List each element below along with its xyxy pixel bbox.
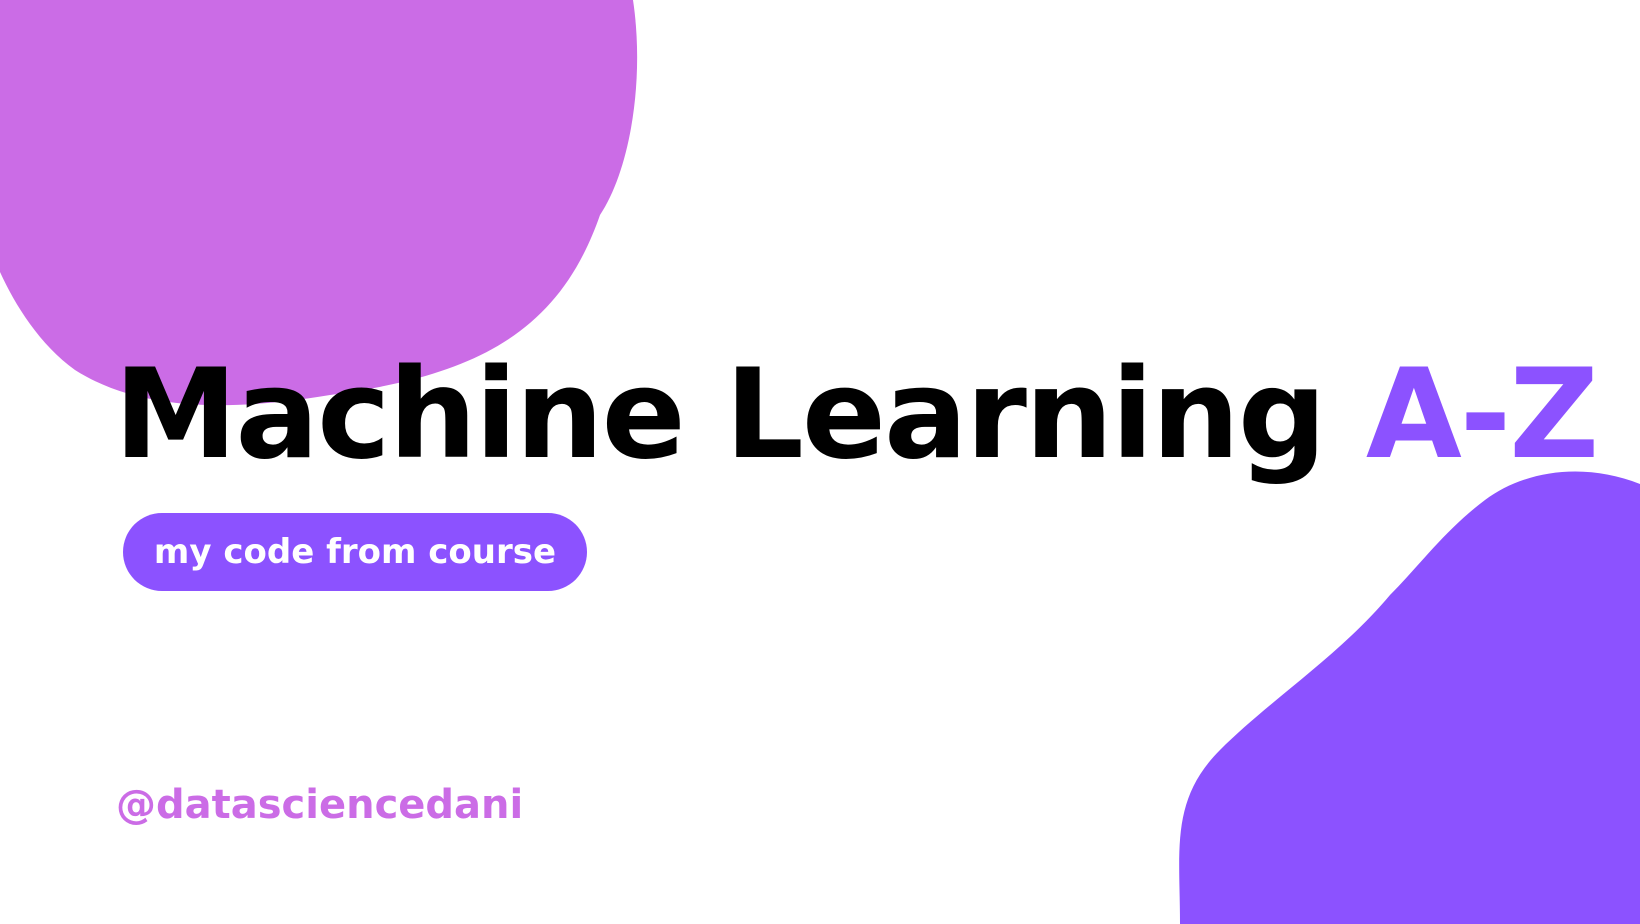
title-accent: A-Z (1365, 343, 1599, 487)
social-handle: @datasciencedani (116, 782, 524, 828)
banner-canvas: Machine Learning A-Z my code from course… (0, 0, 1640, 924)
subtitle-pill: my code from course (123, 513, 587, 591)
title-main: Machine Learning (114, 343, 1366, 487)
bottom-right-blob (1179, 471, 1640, 924)
page-title: Machine Learning A-Z (114, 340, 1599, 490)
subtitle-pill-label: my code from course (153, 532, 557, 572)
